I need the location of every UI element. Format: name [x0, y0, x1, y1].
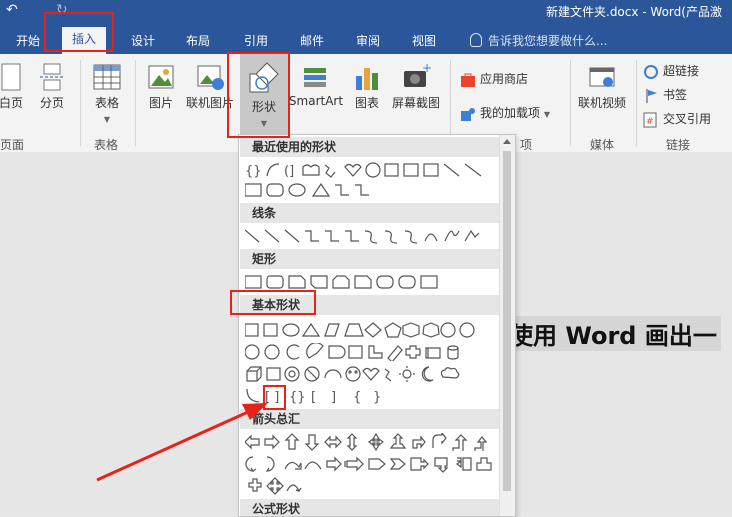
annotation-arrow-icon — [96, 403, 268, 482]
